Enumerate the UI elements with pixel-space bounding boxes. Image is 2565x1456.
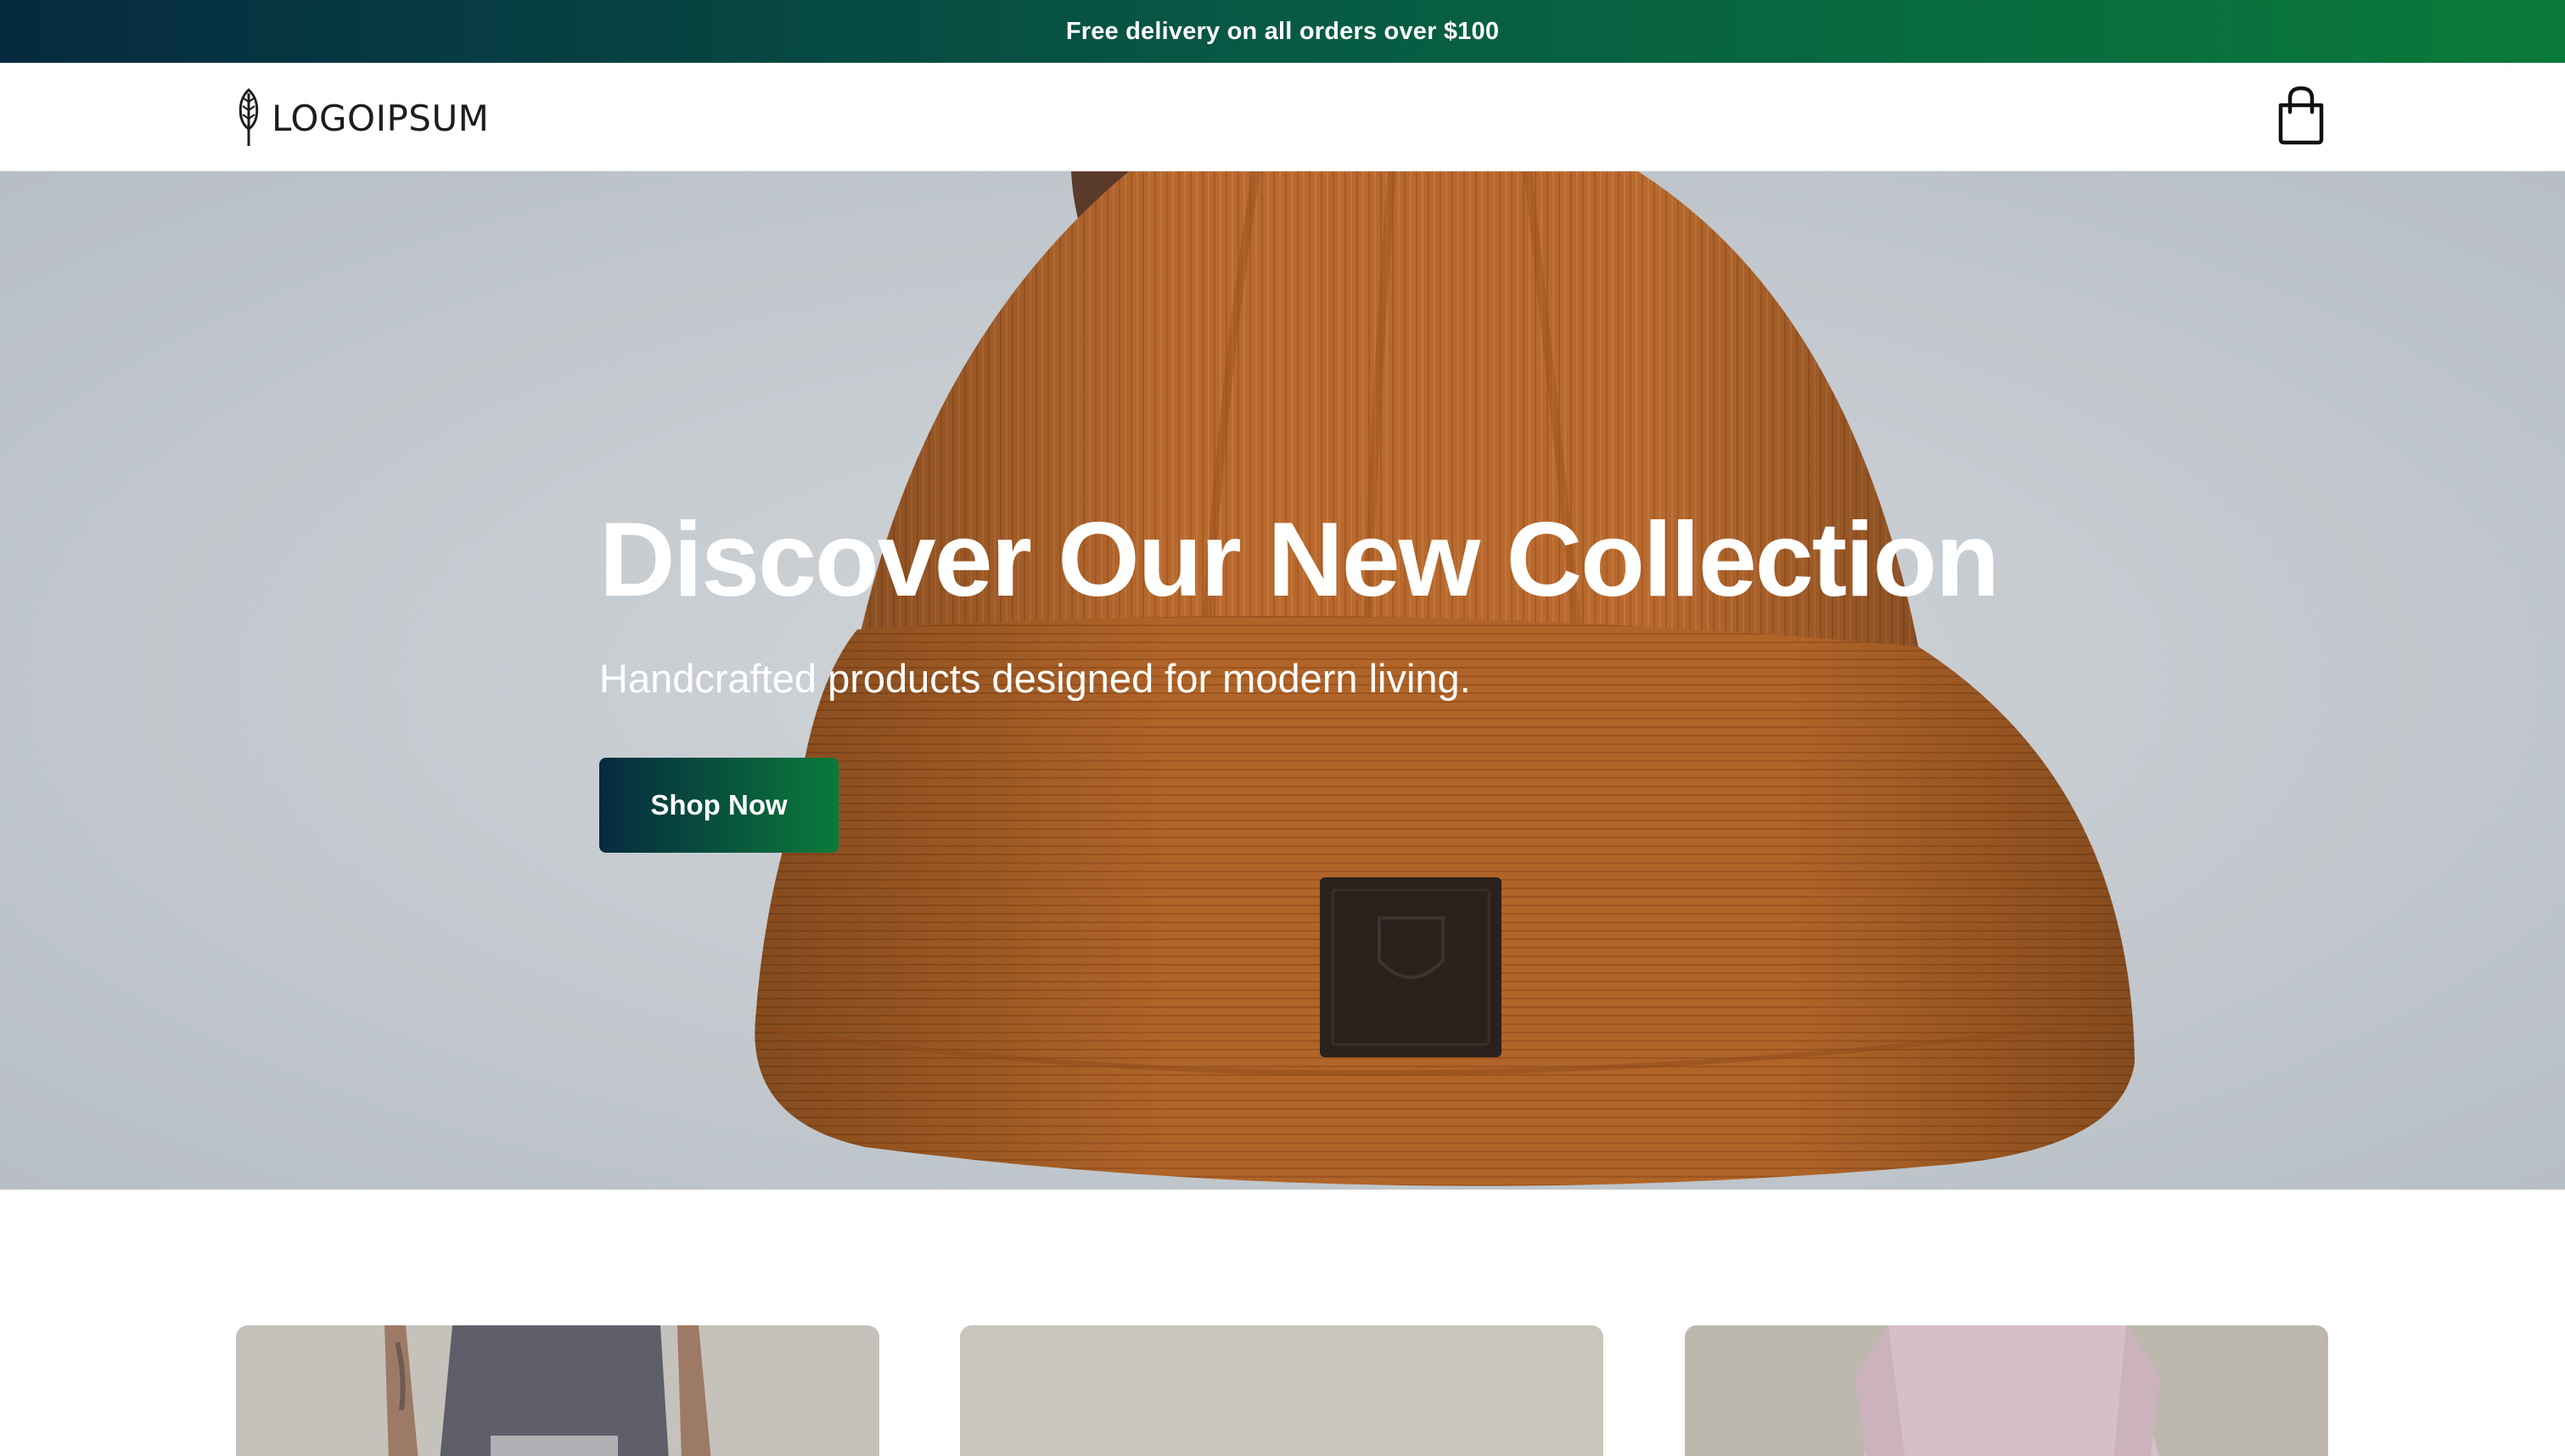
product-image-neutral: [960, 1325, 1603, 1456]
shop-now-button[interactable]: Shop Now: [599, 758, 839, 853]
product-card-neutral[interactable]: [960, 1325, 1603, 1456]
product-card-tank-top[interactable]: [236, 1325, 879, 1456]
product-image-sweatshirt: [1685, 1325, 2328, 1456]
product-grid: [0, 1325, 2565, 1456]
product-card-sweatshirt[interactable]: [1685, 1325, 2328, 1456]
logo-link[interactable]: LOGOIPSUM: [238, 88, 489, 148]
announcement-text: Free delivery on all orders over $100: [1065, 17, 1500, 45]
hero-title: Discover Our New Collection: [599, 501, 2000, 619]
product-image-tank-top: [236, 1325, 879, 1456]
logo-text: LOGOIPSUM: [272, 97, 490, 139]
hero-banner: Discover Our New Collection Handcrafted …: [0, 171, 2565, 1190]
hero-content: Discover Our New Collection Handcrafted …: [599, 501, 2000, 853]
announcement-bar: Free delivery on all orders over $100: [0, 0, 2565, 63]
hero-subtitle: Handcrafted products designed for modern…: [599, 656, 1471, 701]
shopping-bag-icon: [2275, 86, 2327, 149]
site-header: LOGOIPSUM: [0, 63, 2565, 171]
cart-button[interactable]: [2275, 85, 2327, 146]
leaf-icon: [238, 88, 260, 148]
